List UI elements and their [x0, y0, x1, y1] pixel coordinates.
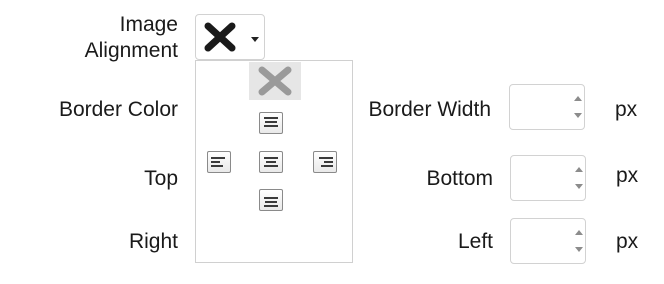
bottom-unit: px	[616, 164, 639, 187]
bottom-stepper[interactable]	[510, 155, 586, 201]
none-x-icon	[258, 66, 292, 96]
left-input[interactable]	[511, 219, 579, 263]
decrement-arrow-icon[interactable]	[575, 247, 583, 252]
decrement-arrow-icon[interactable]	[574, 113, 582, 118]
border-width-unit: px	[615, 98, 638, 121]
chevron-down-icon	[251, 37, 259, 42]
left-stepper[interactable]	[510, 218, 586, 264]
border-width-input[interactable]	[510, 85, 578, 129]
alignment-option-none[interactable]	[249, 62, 301, 100]
border-width-label: Border Width	[368, 98, 491, 121]
bottom-label: Bottom	[426, 167, 493, 190]
right-label: Right	[128, 230, 178, 253]
decrement-arrow-icon[interactable]	[575, 184, 583, 189]
increment-arrow-icon[interactable]	[575, 230, 583, 235]
align-top-icon[interactable]	[259, 112, 283, 134]
top-label: Top	[144, 167, 178, 190]
image-alignment-dropdown[interactable]	[195, 14, 265, 60]
border-color-label: Border Color	[58, 98, 178, 121]
bottom-input[interactable]	[511, 156, 579, 200]
increment-arrow-icon[interactable]	[574, 96, 582, 101]
align-center-icon[interactable]	[259, 151, 283, 173]
alignment-options-popup	[195, 60, 353, 263]
image-alignment-label: Image Alignment	[84, 13, 178, 62]
align-bottom-icon[interactable]	[259, 189, 283, 211]
increment-arrow-icon[interactable]	[575, 167, 583, 172]
left-label: Left	[457, 230, 493, 253]
align-left-icon[interactable]	[207, 151, 231, 173]
border-width-stepper[interactable]	[509, 84, 585, 130]
left-unit: px	[616, 230, 639, 253]
align-right-icon[interactable]	[313, 151, 337, 173]
no-alignment-x-icon	[204, 22, 236, 52]
